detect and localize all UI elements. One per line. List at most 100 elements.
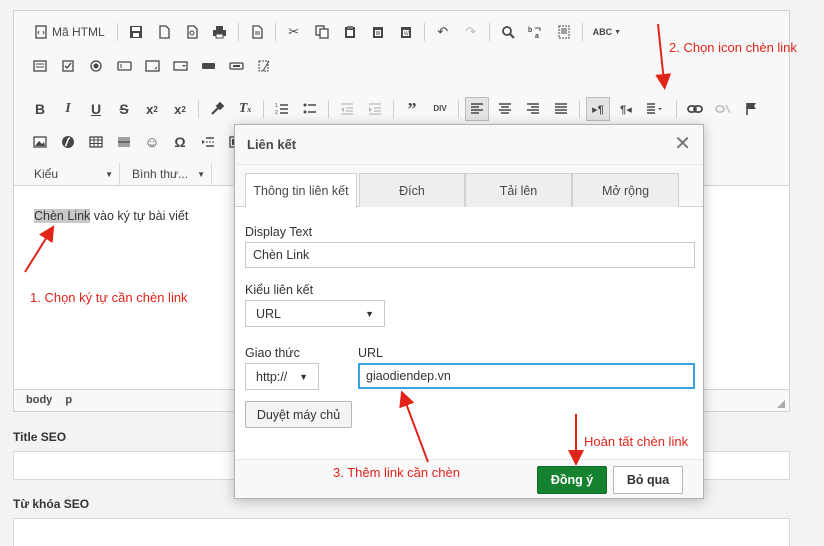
form-icon[interactable] xyxy=(28,54,52,78)
text-field-icon[interactable] xyxy=(112,54,136,78)
paste-word-icon[interactable]: W xyxy=(394,20,418,44)
align-left-icon[interactable] xyxy=(465,97,489,121)
tab-target[interactable]: Đích xyxy=(359,173,465,207)
strike-icon[interactable]: S xyxy=(112,97,136,121)
undo-icon[interactable]: ↶ xyxy=(431,20,455,44)
toolbar-row-3: B I U S x2 x2 Tx 12 ” DIV ▸¶ ¶◂ xyxy=(28,96,767,122)
display-text-input[interactable]: Chèn Link xyxy=(245,242,695,268)
format-combo[interactable]: Bình thư... ▼ xyxy=(126,163,212,185)
protocol-value: http:// xyxy=(256,369,288,384)
underline-icon[interactable]: U xyxy=(84,97,108,121)
blockquote-icon[interactable]: ” xyxy=(400,97,424,121)
select-field-icon[interactable] xyxy=(168,54,192,78)
flash-icon[interactable] xyxy=(56,130,80,154)
keywords-seo-label: Từ khóa SEO xyxy=(13,497,90,511)
table-icon[interactable] xyxy=(84,130,108,154)
italic-icon[interactable]: I xyxy=(56,97,80,121)
page-break-icon[interactable] xyxy=(196,130,220,154)
smiley-icon[interactable]: ☺ xyxy=(140,130,164,154)
protocol-select[interactable]: http:// ▼ xyxy=(245,363,319,390)
link-type-select[interactable]: URL ▼ xyxy=(245,300,385,327)
copy-icon[interactable] xyxy=(310,20,334,44)
bold-icon[interactable]: B xyxy=(28,97,52,121)
align-justify-icon[interactable] xyxy=(549,97,573,121)
selected-text[interactable]: Chèn Link xyxy=(34,209,91,223)
tab-advanced[interactable]: Mở rộng xyxy=(572,173,679,207)
close-icon[interactable]: ✕ xyxy=(674,134,691,154)
path-p[interactable]: p xyxy=(65,394,72,406)
anchor-icon[interactable] xyxy=(739,97,763,121)
align-right-icon[interactable] xyxy=(521,97,545,121)
link-type-value: URL xyxy=(256,306,282,321)
source-button[interactable]: Mã HTML xyxy=(28,20,111,44)
chevron-down-icon: ▼ xyxy=(365,308,374,319)
toolbar-row-2 xyxy=(28,53,280,79)
path-body[interactable]: body xyxy=(26,394,52,406)
checkbox-icon[interactable] xyxy=(56,54,80,78)
superscript-icon[interactable]: x2 xyxy=(168,97,192,121)
textarea-icon[interactable] xyxy=(140,54,164,78)
svg-text:W: W xyxy=(404,31,409,37)
bulleted-list-icon[interactable] xyxy=(298,97,322,121)
annotation-step1: 1. Chọn ký tự cần chèn link xyxy=(30,290,188,305)
button-field-icon[interactable] xyxy=(196,54,220,78)
display-text-label: Display Text xyxy=(245,225,313,239)
chevron-down-icon: ▼ xyxy=(105,169,113,179)
link-icon[interactable] xyxy=(683,97,707,121)
svg-text:b: b xyxy=(528,27,532,34)
styles-combo[interactable]: Kiểu ▼ xyxy=(28,163,120,185)
toolbar-row-1: Mã HTML ✂ W ↶ ↷ ba ABC ▼ xyxy=(28,19,629,45)
toolbar-row-5: Kiểu ▼ Bình thư... ▼ xyxy=(28,161,218,187)
div-container-icon[interactable]: DIV xyxy=(428,97,452,121)
preview-icon[interactable] xyxy=(180,20,204,44)
print-icon[interactable] xyxy=(208,20,232,44)
special-char-icon[interactable]: Ω xyxy=(168,130,192,154)
svg-text:a: a xyxy=(535,33,539,39)
dialog-tabs: Thông tin liên kết Đích Tải lên Mở rộng xyxy=(235,165,703,208)
image-icon[interactable] xyxy=(28,130,52,154)
templates-icon[interactable] xyxy=(245,20,269,44)
paragraph-text: vào ký tự bài viết xyxy=(90,209,189,223)
annotation-step4: Hoàn tất chèn link xyxy=(584,434,689,449)
dialog-title: Liên kết xyxy=(235,125,703,165)
unlink-icon[interactable] xyxy=(711,97,735,121)
paste-text-icon[interactable] xyxy=(366,20,390,44)
ltr-icon[interactable]: ▸¶ xyxy=(586,97,610,121)
ok-button[interactable]: Đồng ý xyxy=(537,466,607,494)
horizontal-line-icon[interactable] xyxy=(112,130,136,154)
url-input[interactable]: giaodiendep.vn xyxy=(358,363,695,389)
source-icon xyxy=(35,25,47,39)
align-center-icon[interactable] xyxy=(493,97,517,121)
numbered-list-icon[interactable]: 12 xyxy=(270,97,294,121)
tab-upload[interactable]: Tải lên xyxy=(465,173,572,207)
styles-combo-label: Kiểu xyxy=(34,167,59,181)
replace-icon[interactable]: ba xyxy=(524,20,548,44)
find-icon[interactable] xyxy=(496,20,520,44)
radio-icon[interactable] xyxy=(84,54,108,78)
paste-icon[interactable] xyxy=(338,20,362,44)
toolbar-row-4: ☺ Ω xyxy=(28,129,252,155)
cut-icon[interactable]: ✂ xyxy=(282,20,306,44)
save-icon[interactable] xyxy=(124,20,148,44)
content-paragraph[interactable]: Chèn Link vào ký tự bài viết xyxy=(34,209,188,223)
browse-server-button[interactable]: Duyệt máy chủ xyxy=(245,401,352,428)
hidden-field-icon[interactable] xyxy=(252,54,276,78)
subscript-icon[interactable]: x2 xyxy=(140,97,164,121)
redo-icon[interactable]: ↷ xyxy=(459,20,483,44)
remove-format-icon[interactable]: Tx xyxy=(233,97,257,121)
keywords-seo-input[interactable] xyxy=(13,518,790,546)
spellcheck-icon[interactable]: ABC ▼ xyxy=(589,20,625,44)
rtl-icon[interactable]: ¶◂ xyxy=(614,97,638,121)
image-button-icon[interactable] xyxy=(224,54,248,78)
cancel-button[interactable]: Bỏ qua xyxy=(613,466,683,494)
select-all-icon[interactable] xyxy=(552,20,576,44)
resize-handle-icon[interactable] xyxy=(777,400,785,408)
tab-link-info[interactable]: Thông tin liên kết xyxy=(245,173,357,208)
svg-text:2: 2 xyxy=(275,110,278,116)
outdent-icon[interactable] xyxy=(335,97,359,121)
format-combo-label: Bình thư... xyxy=(132,167,189,181)
copy-format-icon[interactable] xyxy=(205,97,229,121)
language-icon[interactable] xyxy=(642,97,670,121)
indent-icon[interactable] xyxy=(363,97,387,121)
new-page-icon[interactable] xyxy=(152,20,176,44)
